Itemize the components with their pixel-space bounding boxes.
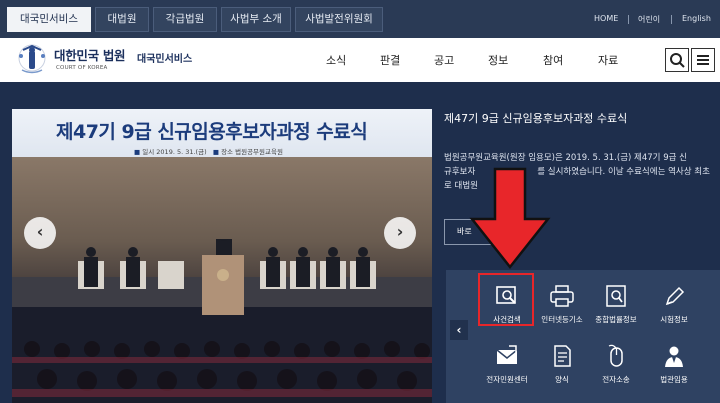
news-body-fragment: 를 실시하였습니다. 이날 수료식에는 역사상 최초 <box>537 167 710 177</box>
top-tab-supreme-court[interactable]: 대법원 <box>95 7 149 32</box>
logo-title[interactable]: 대한민국 법원 <box>54 45 126 64</box>
quick-item-label: 법관임용 <box>660 375 688 384</box>
quick-item-exam-info[interactable]: 시험정보 <box>644 278 704 336</box>
quick-item-e-litigation[interactable]: 전자소송 <box>586 338 646 396</box>
news-title[interactable]: 제47기 9급 신규임용후보자과정 수료식 <box>444 110 627 126</box>
form-document-icon <box>554 345 571 367</box>
kids-link[interactable]: 어린이 <box>638 14 660 25</box>
gnb-resources[interactable]: 자료 <box>598 52 618 68</box>
banner-date-label: 일시 <box>142 148 155 156</box>
slide-next-button[interactable]: › <box>384 217 416 249</box>
menu-button[interactable] <box>691 48 715 72</box>
gnb-news[interactable]: 소식 <box>326 52 346 68</box>
envelope-icon <box>496 345 518 364</box>
ceremony-scene-image <box>12 239 432 397</box>
news-body-line: 법원공무원교육원(원장 임용모)은 2019. 5. 31.(금) 제47기 9… <box>444 153 687 163</box>
printer-icon <box>550 285 574 307</box>
quick-menu-prev-button[interactable]: ‹ <box>450 320 468 340</box>
logo-service-name[interactable]: 대국민서비스 <box>137 50 192 65</box>
top-bar: 대국민서비스 대법원 각급법원 사법부 소개 사법발전위원회 HOME 어린이 … <box>0 0 720 38</box>
english-link[interactable]: English <box>682 14 711 23</box>
utility-divider <box>628 15 629 24</box>
quick-item-label: 전자민원센터 <box>486 375 528 384</box>
slide-banner-info: ■ 일시 2019. 5. 31.(금) ■ 장소 법원공무원교육원 <box>134 148 283 156</box>
search-icon <box>670 53 685 68</box>
gnb-notices[interactable]: 공고 <box>434 52 454 68</box>
quick-item-label: 종합법률정보 <box>595 315 637 324</box>
slide-banner-title: 제47기 9급 신규임용후보자과정 수료식 <box>56 121 368 143</box>
court-logo-icon[interactable] <box>12 42 52 78</box>
quick-item-e-civil-center[interactable]: 전자민원센터 <box>477 338 537 396</box>
quick-item-label: 시험정보 <box>660 315 688 324</box>
top-tab-public-service[interactable]: 대국민서비스 <box>7 7 91 32</box>
slide-prev-button[interactable]: ‹ <box>24 217 56 249</box>
highlight-box-annotation <box>478 273 534 326</box>
site-header: 대한민국 법원 COURT OF KOREA 대국민서비스 소식 판결 공고 정… <box>0 38 720 82</box>
gnb-info[interactable]: 정보 <box>488 52 508 68</box>
quick-item-label: 인터넷등기소 <box>541 315 583 324</box>
quick-item-legal-info[interactable]: 종합법률정보 <box>586 278 646 336</box>
banner-place: 법원공무원교육원 <box>235 148 283 156</box>
logo-subtitle: COURT OF KOREA <box>56 65 108 71</box>
main-visual: 제47기 9급 신규임용후보자과정 수료식 ■ 일시 2019. 5. 31.(… <box>0 82 720 403</box>
slide-banner: 제47기 9급 신규임용후보자과정 수료식 ■ 일시 2019. 5. 31.(… <box>12 109 432 157</box>
menu-icon <box>697 55 709 65</box>
quick-item-judge-appointment[interactable]: 법관임용 <box>644 338 704 396</box>
quick-item-internet-registry[interactable]: 인터넷등기소 <box>532 278 592 336</box>
mouse-icon <box>608 344 623 367</box>
utility-divider <box>671 15 672 24</box>
top-tab-judiciary-intro[interactable]: 사법부 소개 <box>221 7 291 32</box>
quick-item-label: 전자소송 <box>602 375 630 384</box>
slide-photo[interactable]: 제47기 9급 신규임용후보자과정 수료식 ■ 일시 2019. 5. 31.(… <box>12 109 432 403</box>
top-tab-courts[interactable]: 각급법원 <box>153 7 217 32</box>
law-book-icon <box>606 285 626 307</box>
search-button[interactable] <box>665 48 689 72</box>
quick-item-label: 양식 <box>555 375 569 384</box>
home-link[interactable]: HOME <box>594 14 618 23</box>
quick-item-forms[interactable]: 양식 <box>532 338 592 396</box>
pen-icon <box>665 286 685 306</box>
gnb-rulings[interactable]: 판결 <box>380 52 400 68</box>
banner-place-label: 장소 <box>221 148 234 156</box>
banner-date: 2019. 5. 31.(금) <box>156 148 207 156</box>
red-arrow-annotation <box>469 167 551 270</box>
top-tab-judicial-development[interactable]: 사법발전위원회 <box>295 7 383 32</box>
gnb-participation[interactable]: 참여 <box>543 52 563 68</box>
judge-icon <box>665 346 683 367</box>
